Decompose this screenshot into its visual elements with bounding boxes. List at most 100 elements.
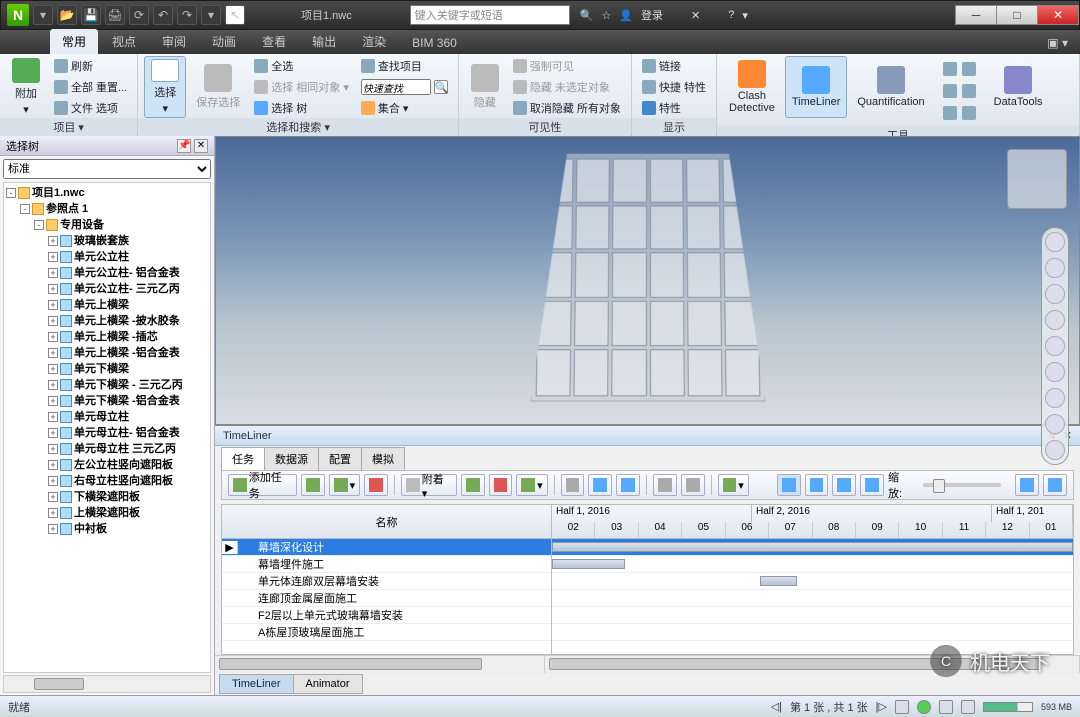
tool-icon-3[interactable] (939, 104, 980, 122)
tb-btn-3[interactable] (364, 474, 388, 496)
navigation-bar[interactable] (1041, 227, 1069, 465)
tab-common[interactable]: 常用 (50, 29, 98, 54)
gantt-chart[interactable]: Half 1, 2016 Half 2, 2016 Half 1, 201 02… (552, 505, 1073, 654)
3d-viewport[interactable] (215, 136, 1080, 425)
sets-button[interactable]: 集合 ▾ (357, 98, 452, 118)
star-icon[interactable]: ☆ (601, 9, 611, 22)
select-icon[interactable]: ▾ (201, 5, 221, 25)
append-button[interactable]: 附加▾ (6, 56, 46, 118)
hide-unselected-button[interactable]: 隐藏 未选定对象 (509, 77, 625, 97)
nav-fly-icon[interactable] (1045, 388, 1065, 408)
file-options-button[interactable]: 文件 选项 (50, 98, 131, 118)
tab-output[interactable]: 输出 (300, 29, 348, 54)
user-icon[interactable]: 👤 (619, 9, 633, 22)
tb-btn-9[interactable] (616, 474, 640, 496)
nav-look-icon[interactable] (1045, 336, 1065, 356)
clash-detective-button[interactable]: Clash Detective (723, 56, 781, 118)
tb-btn-10[interactable] (653, 474, 677, 496)
tab-review[interactable]: 审阅 (150, 29, 198, 54)
pin-icon[interactable]: 📌 (177, 139, 191, 153)
status-icon-4[interactable] (961, 700, 975, 714)
quantification-button[interactable]: Quantification (851, 56, 930, 118)
building-model[interactable] (533, 150, 763, 400)
tb-btn-2[interactable]: ▾ (329, 474, 360, 496)
select-button[interactable]: 选择▾ (144, 56, 186, 118)
task-row[interactable]: F2层以上单元式玻璃幕墙安装 (222, 607, 551, 624)
refresh-button[interactable]: 刷新 (50, 56, 131, 76)
login-link[interactable]: 登录 (641, 7, 663, 23)
quick-find-input[interactable]: 🔍 (357, 77, 452, 97)
undo-icon[interactable]: ↶ (153, 5, 173, 25)
properties-button[interactable]: 特性 (638, 98, 710, 118)
tb-btn-1[interactable] (301, 474, 325, 496)
select-tree-button[interactable]: 选择 树 (250, 98, 353, 118)
tb-btn-8[interactable] (588, 474, 612, 496)
tree-h-scrollbar[interactable] (3, 675, 211, 693)
nav-more-icon[interactable] (1045, 440, 1065, 460)
req-visible-button[interactable]: 强制可见 (509, 56, 625, 76)
zoom-slider[interactable] (923, 483, 1002, 487)
tb-btn-4[interactable] (461, 474, 485, 496)
tb-export-2[interactable] (1043, 474, 1067, 496)
tab-bim360[interactable]: BIM 360 (400, 32, 469, 54)
add-task-button[interactable]: 添加任务 (228, 474, 297, 496)
close-button[interactable]: ✕ (1037, 5, 1079, 25)
nav-pan-icon[interactable] (1045, 258, 1065, 278)
task-row[interactable]: 幕墙埋件施工 (222, 556, 551, 573)
tb-export-1[interactable] (1015, 474, 1039, 496)
tb-btn-6[interactable]: ▾ (516, 474, 547, 496)
datatools-button[interactable]: DataTools (988, 56, 1049, 118)
new-icon[interactable]: ▾ (33, 5, 53, 25)
status-icon-2[interactable] (917, 700, 931, 714)
reset-all-button[interactable]: 全部 重置... (50, 77, 131, 97)
tb-btn-5[interactable] (489, 474, 513, 496)
binoculars-icon[interactable]: 🔍 (580, 9, 594, 22)
tb-btn-12[interactable]: ▾ (718, 474, 749, 496)
help-icon[interactable]: ? (728, 9, 734, 21)
task-row[interactable]: 单元体连廊双层幕墙安装 (222, 573, 551, 590)
tb-btn-11[interactable] (681, 474, 705, 496)
nav-zoom-icon[interactable] (1045, 284, 1065, 304)
tb-view-1[interactable] (777, 474, 801, 496)
help-dropdown-icon[interactable]: ▾ (742, 9, 748, 22)
pager-prev-icon[interactable]: ◁| (771, 700, 782, 713)
cursor-icon[interactable]: ↖ (225, 5, 245, 25)
search-input[interactable]: 键入关键字或短语 (410, 5, 570, 25)
selection-tree[interactable]: -项目1.nwc-参照点 1-专用设备+玻璃嵌套族+单元公立柱+单元公立柱- 铝… (3, 182, 211, 673)
nav-wheel-icon[interactable] (1045, 232, 1065, 252)
panel-title-project[interactable]: 项目 ▾ (0, 118, 137, 136)
tl-tab-datasource[interactable]: 数据源 (264, 447, 319, 470)
tool-icon-2[interactable] (939, 82, 980, 100)
find-project-button[interactable]: 查找项目 (357, 56, 452, 76)
tool-icon-1[interactable] (939, 60, 980, 78)
exchange-icon[interactable]: ✕ (691, 9, 700, 22)
quick-props-button[interactable]: 快捷 特性 (638, 77, 710, 97)
viewcube[interactable] (1007, 149, 1067, 209)
bottom-tab-timeliner[interactable]: TimeLiner (219, 674, 294, 694)
select-all-button[interactable]: 全选 (250, 56, 353, 76)
open-icon[interactable]: 📂 (57, 5, 77, 25)
save-selection-button[interactable]: 保存选择 (190, 56, 246, 118)
task-row[interactable]: A栋屋顶玻璃屋面施工 (222, 624, 551, 641)
select-same-button[interactable]: 选择 相同对象 ▾ (250, 77, 353, 97)
app-logo[interactable]: N (7, 4, 29, 26)
tab-viewpoint[interactable]: 视点 (100, 29, 148, 54)
pager-next-icon[interactable]: |▷ (876, 700, 887, 713)
tb-view-2[interactable] (805, 474, 829, 496)
task-row[interactable]: ▶幕墙深化设计 (222, 539, 551, 556)
hide-button[interactable]: 隐藏 (465, 56, 505, 118)
maximize-button[interactable]: □ (996, 5, 1038, 25)
status-icon-3[interactable] (939, 700, 953, 714)
tb-btn-7[interactable] (561, 474, 585, 496)
tab-animation[interactable]: 动画 (200, 29, 248, 54)
tab-view[interactable]: 查看 (250, 29, 298, 54)
tb-view-4[interactable] (860, 474, 884, 496)
minimize-button[interactable]: ─ (955, 5, 997, 25)
links-button[interactable]: 链接 (638, 56, 710, 76)
tl-tab-tasks[interactable]: 任务 (221, 447, 265, 470)
bottom-tab-animator[interactable]: Animator (293, 674, 363, 694)
tab-render[interactable]: 渲染 (350, 29, 398, 54)
redo-icon[interactable]: ↷ (177, 5, 197, 25)
unhide-all-button[interactable]: 取消隐藏 所有对象 (509, 98, 625, 118)
tl-tab-config[interactable]: 配置 (318, 447, 362, 470)
